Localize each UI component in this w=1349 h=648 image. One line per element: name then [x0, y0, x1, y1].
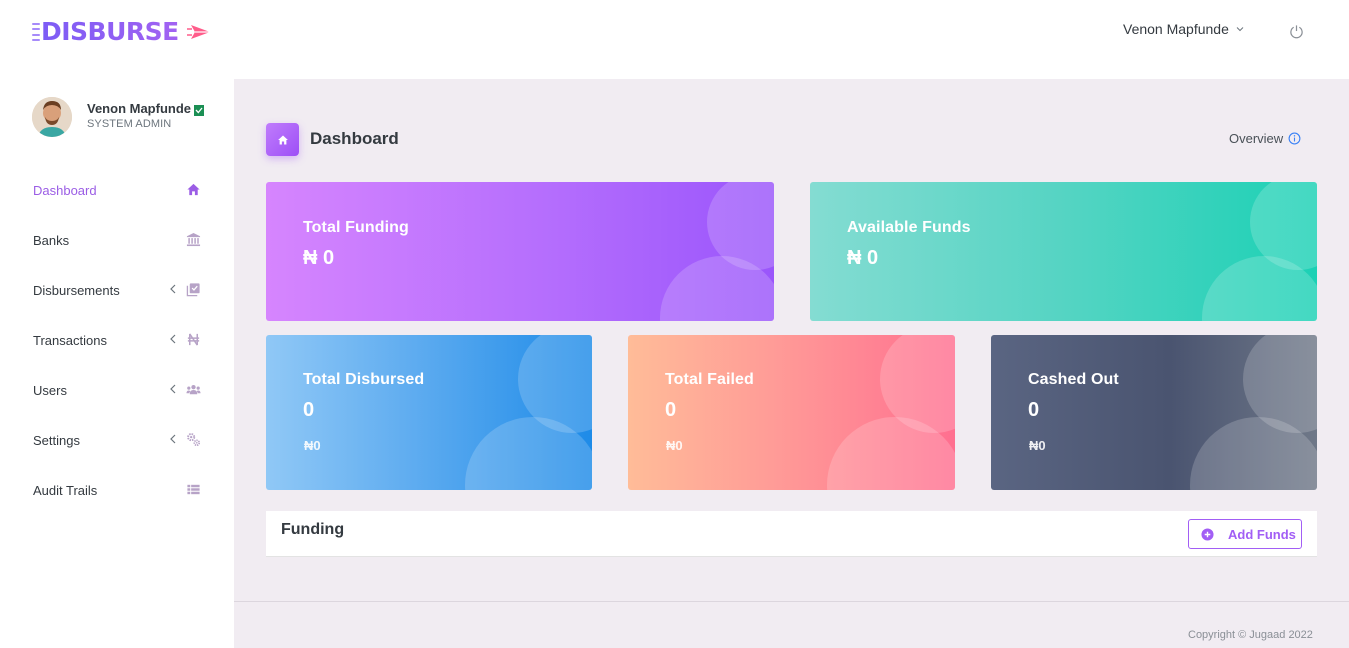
funding-panel: Funding Add Funds [266, 511, 1317, 557]
home-icon [187, 183, 200, 196]
info-icon [1288, 132, 1301, 145]
card-label: Total Disbursed [303, 371, 425, 388]
top-header: DISBURSE Venon Mapfunde [0, 0, 1349, 79]
cashed-out-card: Cashed Out 0 ₦0 [991, 335, 1317, 490]
card-value: 0 [1028, 399, 1040, 421]
chevron-down-icon [1236, 27, 1244, 32]
chevron-left-icon [170, 434, 176, 444]
card-value: ₦ 0 [847, 247, 879, 269]
card-value: 0 [303, 399, 315, 421]
avatar-image [32, 97, 72, 137]
card-label: Total Failed [665, 371, 754, 388]
main-content: Dashboard Overview Total Funding ₦ 0 Ava… [234, 79, 1349, 648]
card-label: Total Funding [303, 219, 409, 236]
chevron-left-icon [170, 334, 176, 344]
page-title-icon [266, 123, 299, 156]
sidebar-item-dashboard[interactable]: Dashboard [0, 165, 234, 215]
chevron-left-icon [170, 384, 176, 394]
plus-circle-icon [1201, 527, 1214, 541]
avatar[interactable] [32, 97, 72, 137]
verified-badge-icon [194, 105, 204, 116]
sidebar-item-label: Audit Trails [33, 482, 98, 498]
chevron-left-icon [170, 284, 176, 294]
logo-text: DISBURSE [41, 17, 179, 46]
sidebar-item-users[interactable]: Users [0, 365, 234, 415]
users-icon [186, 385, 201, 395]
sidebar-item-disbursements[interactable]: Disbursements [0, 265, 234, 315]
copyright-text: Copyright © Jugaad 2022 [1188, 629, 1313, 641]
sidebar-item-label: Users [33, 382, 67, 398]
card-sub-value: ₦0 [304, 438, 321, 453]
card-decoration [660, 256, 774, 321]
sidebar-item-label: Transactions [33, 332, 107, 348]
profile-name: Venon Mapfunde [87, 101, 191, 116]
sidebar-item-settings[interactable]: Settings [0, 415, 234, 465]
sidebar-item-banks[interactable]: Banks [0, 215, 234, 265]
check-box-icon [186, 283, 200, 297]
user-menu-dropdown[interactable]: Venon Mapfunde [1123, 21, 1244, 37]
sidebar-item-transactions[interactable]: Transactions [0, 315, 234, 365]
total-disbursed-card: Total Disbursed 0 ₦0 [266, 335, 592, 490]
card-value: 0 [665, 399, 677, 421]
sidebar-nav: Dashboard Banks Disbursements Transactio… [0, 165, 234, 515]
add-funds-button[interactable]: Add Funds [1188, 519, 1302, 549]
user-menu-name: Venon Mapfunde [1123, 21, 1229, 37]
paper-plane-icon [186, 25, 210, 39]
add-funds-label: Add Funds [1228, 526, 1296, 542]
footer-divider [234, 601, 1349, 602]
total-funding-card: Total Funding ₦ 0 [266, 182, 774, 321]
card-value: ₦ 0 [303, 247, 335, 269]
total-failed-card: Total Failed 0 ₦0 [628, 335, 955, 490]
available-funds-card: Available Funds ₦ 0 [810, 182, 1317, 321]
list-icon [187, 484, 200, 495]
power-icon[interactable] [1289, 24, 1304, 39]
sidebar-item-label: Settings [33, 432, 80, 448]
funding-title: Funding [281, 521, 345, 538]
card-sub-value: ₦0 [1029, 438, 1046, 453]
logo-mark-icon [32, 21, 40, 43]
card-label: Available Funds [847, 219, 971, 236]
sidebar: Venon Mapfunde SYSTEM ADMIN Dashboard Ba… [0, 79, 234, 648]
logo[interactable]: DISBURSE [32, 17, 211, 47]
sidebar-item-label: Banks [33, 232, 70, 248]
sidebar-item-label: Dashboard [33, 182, 97, 198]
profile-role: SYSTEM ADMIN [87, 118, 172, 130]
overview-label: Overview [1229, 131, 1284, 146]
cogs-icon [187, 433, 201, 447]
sidebar-item-audit-trails[interactable]: Audit Trails [0, 465, 234, 515]
user-profile: Venon Mapfunde SYSTEM ADMIN [32, 97, 204, 137]
bank-icon [186, 232, 201, 247]
page-title: Dashboard [310, 129, 399, 148]
sidebar-item-label: Disbursements [33, 282, 120, 298]
card-sub-value: ₦0 [666, 438, 683, 453]
overview-link[interactable]: Overview [1229, 131, 1301, 146]
naira-icon [187, 333, 200, 346]
card-label: Cashed Out [1028, 371, 1119, 388]
home-icon [277, 135, 288, 144]
